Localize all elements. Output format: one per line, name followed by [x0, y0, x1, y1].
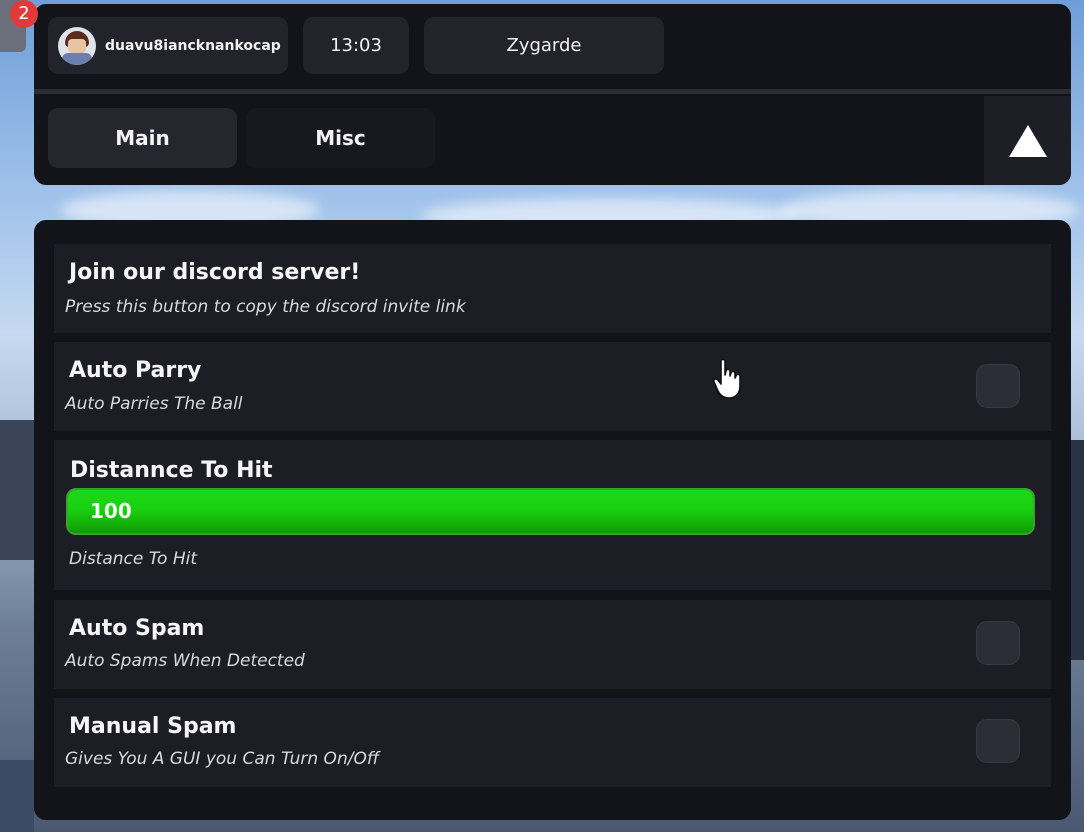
triangle-up-icon — [1008, 124, 1047, 157]
hand-cursor-icon — [713, 358, 741, 399]
auto-spam-toggle[interactable] — [976, 621, 1020, 665]
slider-value: 100 — [90, 499, 132, 523]
clock: 13:03 — [303, 17, 409, 74]
discord-title: Join our discord server! — [69, 260, 361, 285]
feature-panel: Join our discord server! Press this butt… — [34, 220, 1071, 820]
auto-parry-toggle[interactable] — [976, 364, 1020, 408]
auto-spam-row[interactable]: Auto Spam Auto Spams When Detected — [54, 600, 1051, 689]
distance-slider-card: Distannce To Hit 100 Distance To Hit — [54, 440, 1051, 590]
user-pill: duavu8iancknankocap — [48, 17, 288, 74]
auto-spam-description: Auto Spams When Detected — [65, 651, 305, 671]
tab-main[interactable]: Main — [48, 108, 237, 168]
tab-misc[interactable]: Misc — [246, 108, 435, 168]
username: duavu8iancknankocap — [105, 37, 281, 54]
manual-spam-description: Gives You A GUI you Can Turn On/Off — [65, 749, 380, 769]
manual-spam-row[interactable]: Manual Spam Gives You A GUI you Can Turn… — [54, 698, 1051, 787]
discord-button[interactable]: Join our discord server! Press this butt… — [54, 244, 1051, 333]
slider-fill — [68, 490, 1033, 533]
distance-description: Distance To Hit — [69, 549, 197, 569]
discord-description: Press this button to copy the discord in… — [65, 297, 466, 317]
header-bar: duavu8iancknankocap 13:03 Zygarde Main M… — [34, 4, 1071, 185]
header-divider — [34, 89, 1071, 94]
distance-title: Distannce To Hit — [70, 458, 273, 483]
script-title: Zygarde — [424, 17, 664, 74]
auto-parry-row[interactable]: Auto Parry Auto Parries The Ball — [54, 342, 1051, 431]
header-info-row: duavu8iancknankocap 13:03 Zygarde — [34, 4, 1071, 88]
auto-spam-title: Auto Spam — [69, 616, 205, 641]
notification-badge: 2 — [10, 0, 38, 28]
auto-parry-description: Auto Parries The Ball — [65, 394, 243, 414]
manual-spam-toggle[interactable] — [976, 719, 1020, 763]
collapse-button[interactable] — [984, 96, 1071, 185]
distance-slider[interactable]: 100 — [66, 488, 1035, 535]
avatar — [58, 26, 96, 65]
manual-spam-title: Manual Spam — [69, 714, 237, 739]
auto-parry-title: Auto Parry — [69, 358, 202, 383]
